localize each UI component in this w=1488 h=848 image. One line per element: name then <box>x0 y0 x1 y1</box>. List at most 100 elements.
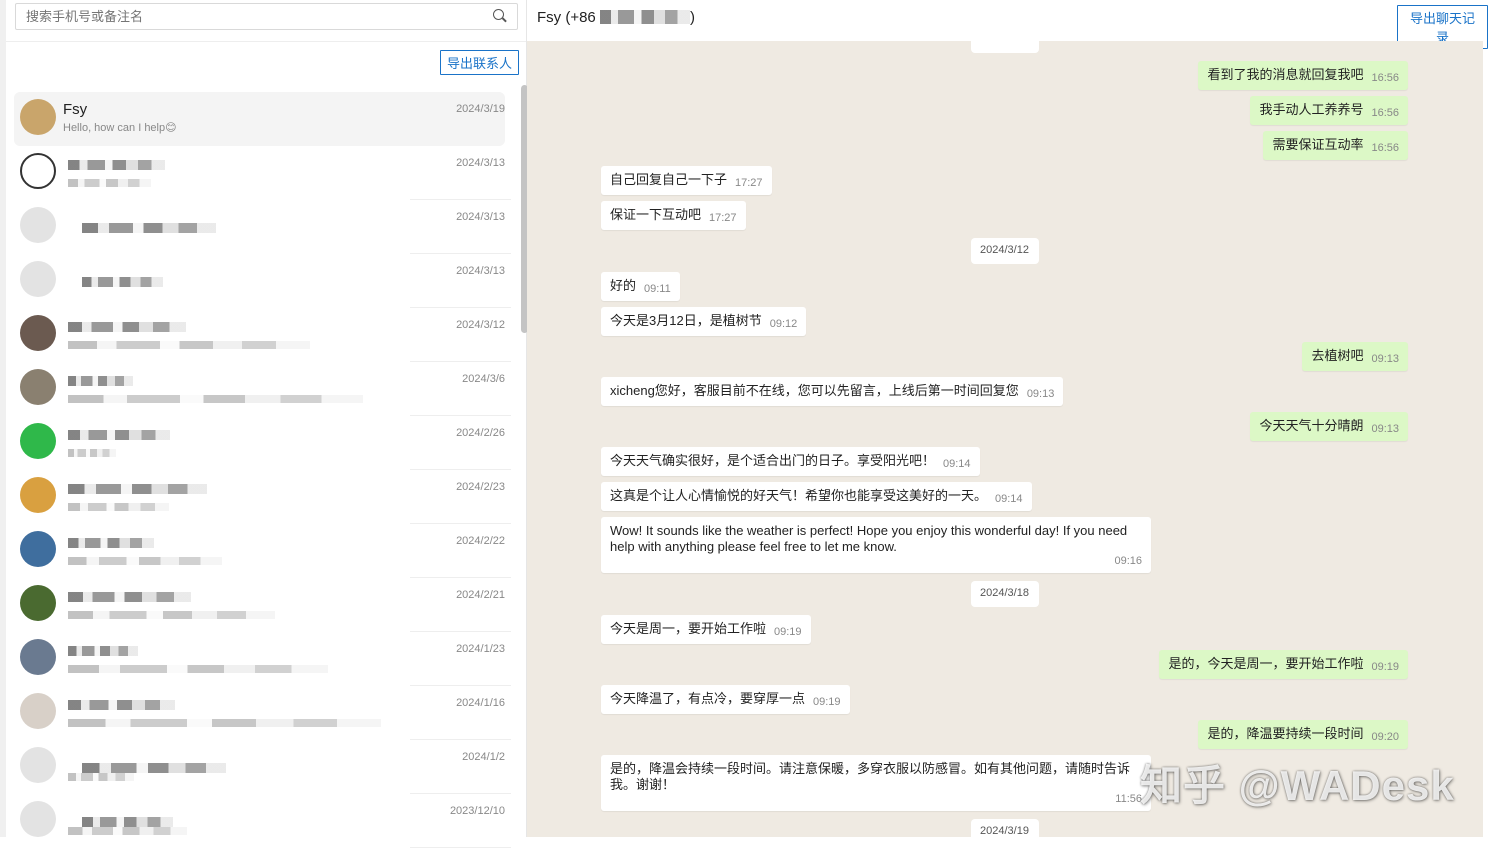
message-time: 09:20 <box>1371 731 1399 743</box>
incoming-message: 今天是3月12日，是植树节 09:12 <box>601 307 807 336</box>
avatar <box>20 423 56 459</box>
contact-date: 2024/1/16 <box>456 697 505 709</box>
message-text: 是的，今天是周一，要开始工作啦 <box>1168 656 1364 671</box>
message-time: 16:56 <box>1371 142 1399 154</box>
avatar <box>20 747 56 783</box>
message-text: 看到了我的消息就回复我吧 <box>1207 67 1364 82</box>
contact-date: 2024/3/13 <box>456 157 505 169</box>
incoming-message: 好的 09:11 <box>601 272 680 301</box>
contact-date: 2024/1/2 <box>462 751 505 763</box>
contact-item[interactable]: Fsy Hello, how can I help😊 2024/3/19 <box>14 92 505 146</box>
incoming-message: 今天天气确实很好，是个适合出门的日子。享受阳光吧！ 09:14 <box>601 447 980 476</box>
contact-item[interactable]: 2024/1/2 <box>14 740 511 794</box>
message-list: 看到了我的消息就回复我吧 16:56 我手动人工养养号 16:56 需要保证互动率 16:… <box>601 41 1408 837</box>
message-time: 09:19 <box>1371 661 1399 673</box>
contact-item[interactable]: 2024/3/13 <box>14 146 511 200</box>
redacted-name <box>68 700 175 710</box>
redacted-name <box>68 430 170 440</box>
redacted-name <box>68 322 186 332</box>
date-separator: 2024/3/12 <box>970 238 1039 264</box>
redacted-preview <box>68 827 187 835</box>
message-time: 09:16 <box>1114 555 1142 567</box>
contact-date: 2024/2/23 <box>456 481 505 493</box>
contact-item[interactable]: 2024/3/13 <box>14 200 511 254</box>
contact-item[interactable]: 2024/1/16 <box>14 686 511 740</box>
redacted-preview <box>68 503 169 511</box>
message-time: 09:13 <box>1371 423 1399 435</box>
chat-title-end: ) <box>689 9 695 26</box>
contact-date: 2024/3/6 <box>462 373 505 385</box>
message-text: 今天降温了，有点冷，要穿厚一点 <box>610 691 806 706</box>
redacted-preview <box>68 395 363 403</box>
avatar <box>20 585 56 621</box>
incoming-message: 是的，降温会持续一段时间。请注意保暖，多穿衣服以防感冒。如有其他问题，请随时告诉… <box>601 755 1151 811</box>
message-time: 09:19 <box>813 696 841 708</box>
redacted-name <box>68 160 165 170</box>
date-separator: 2024/3/18 <box>970 581 1039 607</box>
redacted-name <box>68 592 191 602</box>
contact-item[interactable]: 2024/2/26 <box>14 416 511 470</box>
message-time: 09:14 <box>943 458 971 470</box>
export-contacts-button[interactable]: 导出联系人 <box>440 50 520 75</box>
incoming-message: 保证一下互动吧 17:27 <box>601 201 746 230</box>
message-time: 09:13 <box>1026 388 1055 400</box>
message-text: xicheng您好，客服目前不在线，您可以先留言，上线后第一时间回复您 <box>610 383 1019 398</box>
message-time: 09:13 <box>1371 353 1399 365</box>
redacted-name <box>68 538 154 548</box>
avatar <box>20 99 56 135</box>
message-text: 今天是3月12日，是植树节 <box>610 313 762 328</box>
search-input[interactable] <box>15 3 518 30</box>
contact-item[interactable]: 2024/2/22 <box>14 524 511 578</box>
redacted-name <box>82 277 163 287</box>
contact-date: 2024/2/22 <box>456 535 505 547</box>
redacted-preview <box>68 611 275 619</box>
redacted-name <box>82 763 226 773</box>
contact-date: 2024/1/23 <box>456 643 505 655</box>
incoming-message: Wow! It sounds like the weather is perfe… <box>601 517 1151 573</box>
contact-item[interactable]: 2024/3/6 <box>14 362 511 416</box>
contact-item[interactable]: 2024/3/13 <box>14 254 511 308</box>
contact-date: 2024/2/21 <box>456 589 505 601</box>
redacted-name <box>68 646 138 656</box>
incoming-message: 自己回复自己一下子 17:27 <box>601 166 772 195</box>
contact-item[interactable]: 2024/2/23 <box>14 470 511 524</box>
avatar <box>20 369 56 405</box>
divider <box>6 41 526 42</box>
redacted-name <box>82 223 216 233</box>
message-text: 去植树吧 <box>1311 348 1364 363</box>
contact-preview: Hello, how can I help😊 <box>63 122 177 134</box>
redacted-preview <box>68 557 222 565</box>
contact-item[interactable]: 2023/12/10 <box>14 794 511 848</box>
message-time: 09:14 <box>995 493 1023 505</box>
message-time: 09:11 <box>644 283 671 295</box>
search-icon[interactable] <box>493 9 504 20</box>
incoming-message: 今天是周一，要开始工作啦 09:19 <box>601 615 811 644</box>
date-separator: 2024/3/19 <box>970 819 1039 837</box>
incoming-message: xicheng您好，客服目前不在线，您可以先留言，上线后第一时间回复您 09:13 <box>601 377 1064 406</box>
redacted-name <box>68 376 133 386</box>
contact-date: 2024/3/19 <box>456 103 505 115</box>
contact-date: 2024/2/26 <box>456 427 505 439</box>
avatar <box>20 315 56 351</box>
outgoing-message: 是的，降温要持续一段时间 09:20 <box>1198 720 1408 749</box>
redacted-preview <box>68 449 116 457</box>
outgoing-message: 去植树吧 09:13 <box>1302 342 1408 371</box>
redacted-preview <box>68 665 328 673</box>
contact-item[interactable]: 2024/3/12 <box>14 308 511 362</box>
message-time: 11:56 <box>1115 793 1142 805</box>
contact-list: Fsy Hello, how can I help😊 2024/3/19 2024/3… <box>14 92 511 848</box>
redacted-name <box>68 484 207 494</box>
contact-date: 2023/12/10 <box>449 805 505 817</box>
avatar <box>20 477 56 513</box>
redacted-preview <box>68 179 151 187</box>
message-time: 16:56 <box>1371 72 1399 84</box>
contact-item[interactable]: 2024/2/21 <box>14 578 511 632</box>
message-text: Wow! It sounds like the weather is perfe… <box>610 523 1128 554</box>
avatar <box>20 639 56 675</box>
contacts-panel: 导出联系人 Fsy Hello, how can I help😊 2024/3/19… <box>0 0 528 848</box>
chat-title-name: Fsy (+86 <box>537 9 596 26</box>
avatar <box>20 153 56 189</box>
message-text: 这真是个让人心情愉悦的好天气！希望你也能享受这美好的一天。 <box>610 488 988 503</box>
contact-name: Fsy <box>63 101 88 118</box>
contact-item[interactable]: 2024/1/23 <box>14 632 511 686</box>
